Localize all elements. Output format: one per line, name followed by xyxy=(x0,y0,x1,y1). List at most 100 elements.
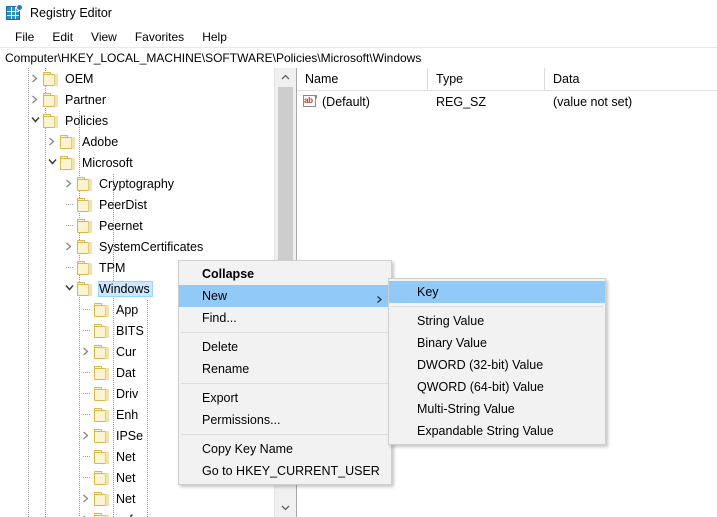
tree-item-policies[interactable]: Policies xyxy=(0,110,275,131)
chevron-right-icon[interactable] xyxy=(79,425,94,446)
menu-item-label: Binary Value xyxy=(417,336,487,350)
tree-item-peernet[interactable]: Peernet xyxy=(0,215,275,236)
menu-item-label: DWORD (32-bit) Value xyxy=(417,358,544,372)
menu-item-file[interactable]: File xyxy=(6,28,43,46)
tree-item-safe[interactable]: safe xyxy=(0,509,275,517)
menu-item-export[interactable]: Export xyxy=(179,387,391,409)
tree-spacer xyxy=(79,362,94,383)
scroll-down-button[interactable] xyxy=(275,499,296,517)
menu-item-view[interactable]: View xyxy=(82,28,126,46)
folder-icon xyxy=(43,113,59,128)
menu-item-string-value[interactable]: String Value xyxy=(389,310,605,332)
chevron-right-icon[interactable] xyxy=(79,509,94,517)
menu-item-go-to-hkey-current-user[interactable]: Go to HKEY_CURRENT_USER xyxy=(179,460,391,482)
folder-icon xyxy=(77,176,93,191)
menu-item-delete[interactable]: Delete xyxy=(179,336,391,358)
column-header-data[interactable]: Data xyxy=(545,68,717,90)
chevron-right-icon[interactable] xyxy=(28,68,43,89)
column-header-name[interactable]: Name xyxy=(297,68,428,90)
folder-icon xyxy=(43,92,59,107)
window-title: Registry Editor xyxy=(30,6,112,20)
context-menu[interactable]: Collapse New Find... Delete Rename Export Perm… xyxy=(178,260,392,485)
menu-item-label: Rename xyxy=(202,362,250,376)
scroll-up-button[interactable] xyxy=(275,68,296,86)
menu-item-permissions[interactable]: Permissions... xyxy=(179,409,391,431)
menu-item-binary-value[interactable]: Binary Value xyxy=(389,332,605,354)
menu-item-label: Collapse xyxy=(202,267,255,281)
tree-spacer xyxy=(79,467,94,488)
registry-path: Computer\HKEY_LOCAL_MACHINE\SOFTWARE\Pol… xyxy=(5,51,422,65)
menu-item-new[interactable]: New xyxy=(179,285,391,307)
menu-separator xyxy=(181,383,389,384)
menu-item-collapse[interactable]: Collapse xyxy=(179,263,391,285)
value-type-cell: REG_SZ xyxy=(436,94,487,109)
value-name-text: (Default) xyxy=(322,94,370,109)
menu-item-dword-32-bit-value[interactable]: DWORD (32-bit) Value xyxy=(389,354,605,376)
folder-icon xyxy=(77,197,93,212)
menu-item-copy-key-name[interactable]: Copy Key Name xyxy=(179,438,391,460)
tree-spacer xyxy=(62,215,77,236)
string-value-icon: ab xyxy=(303,95,317,108)
column-header-type[interactable]: Type xyxy=(428,68,545,90)
folder-icon xyxy=(94,365,110,380)
folder-icon xyxy=(94,344,110,359)
menu-item-find[interactable]: Find... xyxy=(179,307,391,329)
tree-item-label: Peernet xyxy=(99,218,143,233)
chevron-right-icon[interactable] xyxy=(79,488,94,509)
chevron-down-icon[interactable] xyxy=(45,152,60,173)
tree-item-label: IPSe xyxy=(116,428,144,443)
tree-item-microsoft[interactable]: Microsoft xyxy=(0,152,275,173)
tree-item-systemcertificates[interactable]: SystemCertificates xyxy=(0,236,275,257)
tree-item-oem[interactable]: OEM xyxy=(0,68,275,89)
folder-icon xyxy=(60,155,76,170)
tree-spacer xyxy=(79,299,94,320)
chevron-up-icon xyxy=(281,74,290,80)
tree-spacer xyxy=(62,194,77,215)
menu-item-key[interactable]: Key xyxy=(389,281,605,303)
tree-connector xyxy=(66,204,74,205)
menu-item-multi-string-value[interactable]: Multi-String Value xyxy=(389,398,605,420)
tree-item-cryptography[interactable]: Cryptography xyxy=(0,173,275,194)
folder-icon xyxy=(94,470,110,485)
tree-item-label: Policies xyxy=(65,113,109,128)
tree-spacer xyxy=(79,404,94,425)
menu-item-rename[interactable]: Rename xyxy=(179,358,391,380)
folder-icon xyxy=(43,71,59,86)
tree-item-label: Net xyxy=(116,491,136,506)
folder-icon xyxy=(77,281,93,296)
menu-item-help[interactable]: Help xyxy=(193,28,236,46)
menu-item-qword-64-bit-value[interactable]: QWORD (64-bit) Value xyxy=(389,376,605,398)
menu-item-expandable-string-value[interactable]: Expandable String Value xyxy=(389,420,605,442)
tree-connector xyxy=(83,309,91,310)
tree-item-label: App xyxy=(116,302,139,317)
tree-item-partner[interactable]: Partner xyxy=(0,89,275,110)
tree-item-label: BITS xyxy=(116,323,144,338)
chevron-right-icon[interactable] xyxy=(62,236,77,257)
menu-item-label: Delete xyxy=(202,340,239,354)
tree-connector xyxy=(83,372,91,373)
tree-item-label: Driv xyxy=(116,386,139,401)
menu-item-label: Permissions... xyxy=(202,413,281,427)
chevron-right-icon[interactable] xyxy=(62,173,77,194)
chevron-right-icon[interactable] xyxy=(45,131,60,152)
folder-icon xyxy=(94,428,110,443)
chevron-down-icon[interactable] xyxy=(62,278,77,299)
menu-item-label: QWORD (64-bit) Value xyxy=(417,380,544,394)
menu-item-label: Expandable String Value xyxy=(417,424,554,438)
context-submenu-new[interactable]: Key String Value Binary Value DWORD (32-bit… xyxy=(388,278,606,445)
tree-connector xyxy=(83,393,91,394)
menu-item-favorites[interactable]: Favorites xyxy=(126,28,193,46)
tree-item-adobe[interactable]: Adobe xyxy=(0,131,275,152)
tree-item-net[interactable]: Net xyxy=(0,488,275,509)
table-row[interactable]: ab (Default) REG_SZ (value not set) xyxy=(297,91,717,112)
menu-item-edit[interactable]: Edit xyxy=(43,28,82,46)
tree-item-label: Cur xyxy=(116,344,137,359)
chevron-down-icon[interactable] xyxy=(28,110,43,131)
chevron-right-icon[interactable] xyxy=(28,89,43,110)
chevron-right-icon[interactable] xyxy=(79,341,94,362)
tree-connector xyxy=(83,456,91,457)
tree-item-peerdist[interactable]: PeerDist xyxy=(0,194,275,215)
address-bar[interactable]: Computer\HKEY_LOCAL_MACHINE\SOFTWARE\Pol… xyxy=(0,48,717,69)
tree-item-label: Partner xyxy=(65,92,106,107)
tree-connector xyxy=(66,267,74,268)
